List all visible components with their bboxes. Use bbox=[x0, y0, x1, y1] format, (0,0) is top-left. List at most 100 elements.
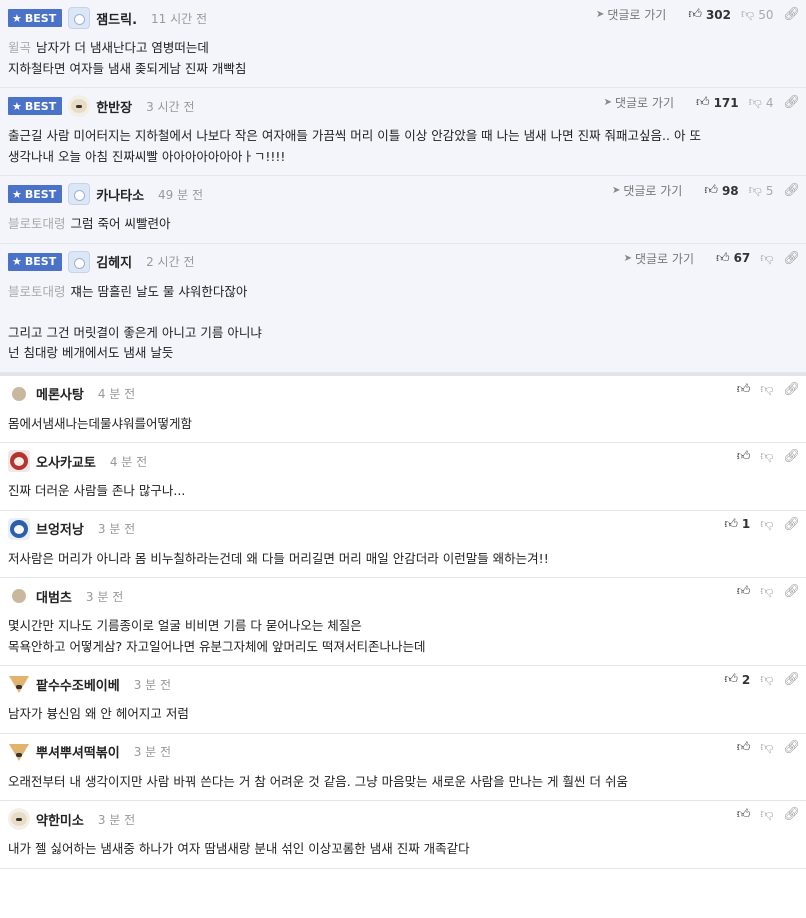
comment-line: 블로토대령 그럼 죽어 씨빨련아 bbox=[8, 214, 798, 235]
author-name[interactable]: 잼드릭. bbox=[96, 9, 137, 28]
share-link-button[interactable]: 🔗︎ bbox=[783, 584, 800, 599]
reply-link-label: 댓글로 가기 bbox=[607, 8, 667, 22]
avatar[interactable] bbox=[8, 517, 30, 540]
share-link-button[interactable]: 🔗︎ bbox=[783, 183, 800, 198]
share-link-button[interactable]: 🔗︎ bbox=[783, 517, 800, 532]
share-link-button[interactable]: 🔗︎ bbox=[783, 251, 800, 266]
reply-link-label: 댓글로 가기 bbox=[614, 96, 674, 110]
comment-body: 블로토대령 쟤는 땀흘린 날도 물 샤워한다잖아 그리고 그건 머릿결이 좋은게 아… bbox=[8, 274, 798, 372]
upvote-button[interactable]: 👍︎ 302 bbox=[688, 7, 731, 22]
thumbs-down-icon: 👎︎ bbox=[760, 739, 774, 755]
author-name[interactable]: 대범츠 bbox=[36, 587, 72, 606]
upvote-button[interactable]: 👍︎ bbox=[737, 740, 751, 755]
comment-time: 4 분 전 bbox=[109, 454, 148, 469]
link-icon: 🔗︎ bbox=[783, 381, 800, 397]
author-name[interactable]: 뿌셔뿌셔떡볶이 bbox=[36, 742, 120, 761]
thumbs-up-icon: 👍︎ bbox=[736, 381, 751, 397]
comment-line: 몇시간만 지나도 기름종이로 얼굴 비비면 기름 다 묻어나오는 체질은 bbox=[8, 616, 798, 637]
upvote-count: 171 bbox=[713, 95, 739, 110]
comment-actions: 👍︎ 2 👎︎ 🔗︎ bbox=[714, 672, 800, 687]
avatar[interactable] bbox=[68, 95, 91, 117]
avatar[interactable] bbox=[68, 183, 91, 205]
comment-time: 3 분 전 bbox=[97, 812, 136, 827]
reply-link[interactable]: ➤ 댓글로 가기 bbox=[604, 94, 674, 111]
share-link-button[interactable]: 🔗︎ bbox=[783, 672, 800, 687]
downvote-button[interactable]: 👎︎ bbox=[760, 672, 773, 687]
downvote-button[interactable]: 👎︎ bbox=[760, 807, 773, 822]
downvote-button[interactable]: 👎︎ 50 bbox=[741, 7, 773, 22]
avatar[interactable] bbox=[8, 585, 30, 607]
thumbs-down-icon: 👎︎ bbox=[760, 381, 774, 397]
share-link-button[interactable]: 🔗︎ bbox=[783, 382, 800, 397]
downvote-button[interactable]: 👎︎ bbox=[760, 740, 773, 755]
avatar[interactable] bbox=[8, 741, 30, 763]
upvote-button[interactable]: 👍︎ bbox=[737, 584, 751, 599]
avatar[interactable] bbox=[8, 673, 30, 695]
quoted-username[interactable]: 블로토대령 bbox=[8, 284, 66, 299]
comment-text: 남자가 더 냄새난다고 염병떠는데 bbox=[36, 40, 209, 55]
reply-link[interactable]: ➤ 댓글로 가기 bbox=[612, 182, 682, 199]
best-badge: ★ BEST bbox=[8, 252, 63, 271]
upvote-button[interactable]: 👍︎ 67 bbox=[716, 251, 750, 266]
thumbs-up-icon: 👍︎ bbox=[736, 584, 751, 599]
upvote-button[interactable]: 👍︎ bbox=[737, 807, 751, 822]
best-badge-label: BEST bbox=[24, 187, 57, 201]
upvote-button[interactable]: 👍︎ 98 bbox=[704, 183, 738, 198]
reply-link[interactable]: ➤ 댓글로 가기 bbox=[624, 250, 694, 267]
author-name[interactable]: 팥수수조베이베 bbox=[36, 675, 120, 694]
author-name[interactable]: 한반장 bbox=[96, 97, 132, 116]
upvote-button[interactable]: 👍︎ 171 bbox=[696, 95, 739, 110]
downvote-button[interactable]: 👎︎ 4 bbox=[749, 95, 774, 110]
thumbs-down-icon: 👎︎ bbox=[760, 584, 774, 599]
thumbs-up-icon: 👍︎ bbox=[724, 672, 738, 687]
downvote-count: 5 bbox=[765, 183, 774, 198]
upvote-button[interactable]: 👍︎ 2 bbox=[724, 672, 750, 687]
share-link-button[interactable]: 🔗︎ bbox=[783, 7, 800, 22]
author-name[interactable]: 김헤지 bbox=[96, 252, 132, 271]
comment-text: 남자가 븅신임 왜 안 헤어지고 저럼 bbox=[8, 706, 189, 721]
best-badge: ★ BEST bbox=[8, 97, 63, 115]
upvote-button[interactable]: 👍︎ 1 bbox=[724, 517, 750, 532]
comment-time: 4 분 전 bbox=[97, 387, 136, 401]
comment-header: 메론사탕 4 분 전 bbox=[8, 382, 798, 406]
comment-text: 저사람은 머리가 아니라 몸 비누칠하라는건데 왜 다들 머리길면 머리 매일 … bbox=[8, 550, 549, 566]
comment-body: 오래전부터 내 생각이지만 사람 바꿔 쓴다는 거 참 어려운 것 같음. 그냥… bbox=[8, 764, 798, 801]
avatar[interactable] bbox=[8, 808, 30, 830]
quoted-username[interactable]: 윌곡 bbox=[8, 40, 31, 55]
avatar[interactable] bbox=[8, 383, 30, 405]
star-icon: ★ bbox=[12, 187, 22, 201]
comment-body: 윌곡 남자가 더 냄새난다고 염병떠는데지하철타면 여자들 냄새 좆되게남 진짜 … bbox=[8, 30, 798, 87]
downvote-button[interactable]: 👎︎ bbox=[760, 251, 773, 266]
comment-line: 지하철타면 여자들 냄새 좆되게남 진짜 개빡침 bbox=[8, 59, 798, 80]
downvote-button[interactable]: 👎︎ 5 bbox=[749, 183, 774, 198]
downvote-button[interactable]: 👎︎ bbox=[760, 584, 773, 599]
best-badge: ★ BEST bbox=[8, 9, 63, 27]
downvote-button[interactable]: 👎︎ bbox=[760, 449, 773, 464]
comment-body: 남자가 븅신임 왜 안 헤어지고 저럼 bbox=[8, 696, 798, 733]
downvote-button[interactable]: 👎︎ bbox=[760, 382, 773, 397]
author-name[interactable]: 메론사탕 bbox=[36, 384, 84, 403]
comment-body: 진짜 더러운 사람들 존나 많구나... bbox=[8, 473, 798, 510]
best-comment: ★ BEST 한반장 3 시간 전 ➤ 댓글로 가기 👍︎ 171 👎︎ 4 🔗︎ 출근길 사람 미어… bbox=[0, 88, 806, 176]
thumbs-up-icon: 👍︎ bbox=[724, 516, 738, 532]
upvote-count: 2 bbox=[741, 672, 751, 687]
share-link-button[interactable]: 🔗︎ bbox=[783, 740, 800, 755]
quoted-username[interactable]: 블로토대령 bbox=[8, 216, 66, 231]
comment-line: 블로토대령 쟤는 땀흘린 날도 물 샤워한다잖아 bbox=[8, 282, 798, 303]
share-link-button[interactable]: 🔗︎ bbox=[783, 449, 800, 464]
avatar[interactable] bbox=[68, 250, 91, 273]
author-name[interactable]: 브엉저낭 bbox=[36, 519, 84, 538]
share-link-button[interactable]: 🔗︎ bbox=[783, 95, 800, 110]
reply-arrow-icon: ➤ bbox=[603, 97, 612, 108]
avatar[interactable] bbox=[68, 7, 91, 29]
upvote-button[interactable]: 👍︎ bbox=[737, 449, 751, 464]
avatar[interactable] bbox=[8, 450, 30, 472]
share-link-button[interactable]: 🔗︎ bbox=[783, 807, 800, 822]
author-name[interactable]: 카나타소 bbox=[96, 185, 144, 204]
author-name[interactable]: 오사카교토 bbox=[36, 452, 96, 471]
reply-link[interactable]: ➤ 댓글로 가기 bbox=[596, 6, 666, 23]
author-name[interactable]: 약한미소 bbox=[36, 810, 84, 829]
comment-text: 넌 침대랑 베개에서도 냄새 날듯 bbox=[8, 345, 174, 360]
downvote-button[interactable]: 👎︎ bbox=[760, 517, 773, 532]
upvote-button[interactable]: 👍︎ bbox=[737, 382, 751, 397]
